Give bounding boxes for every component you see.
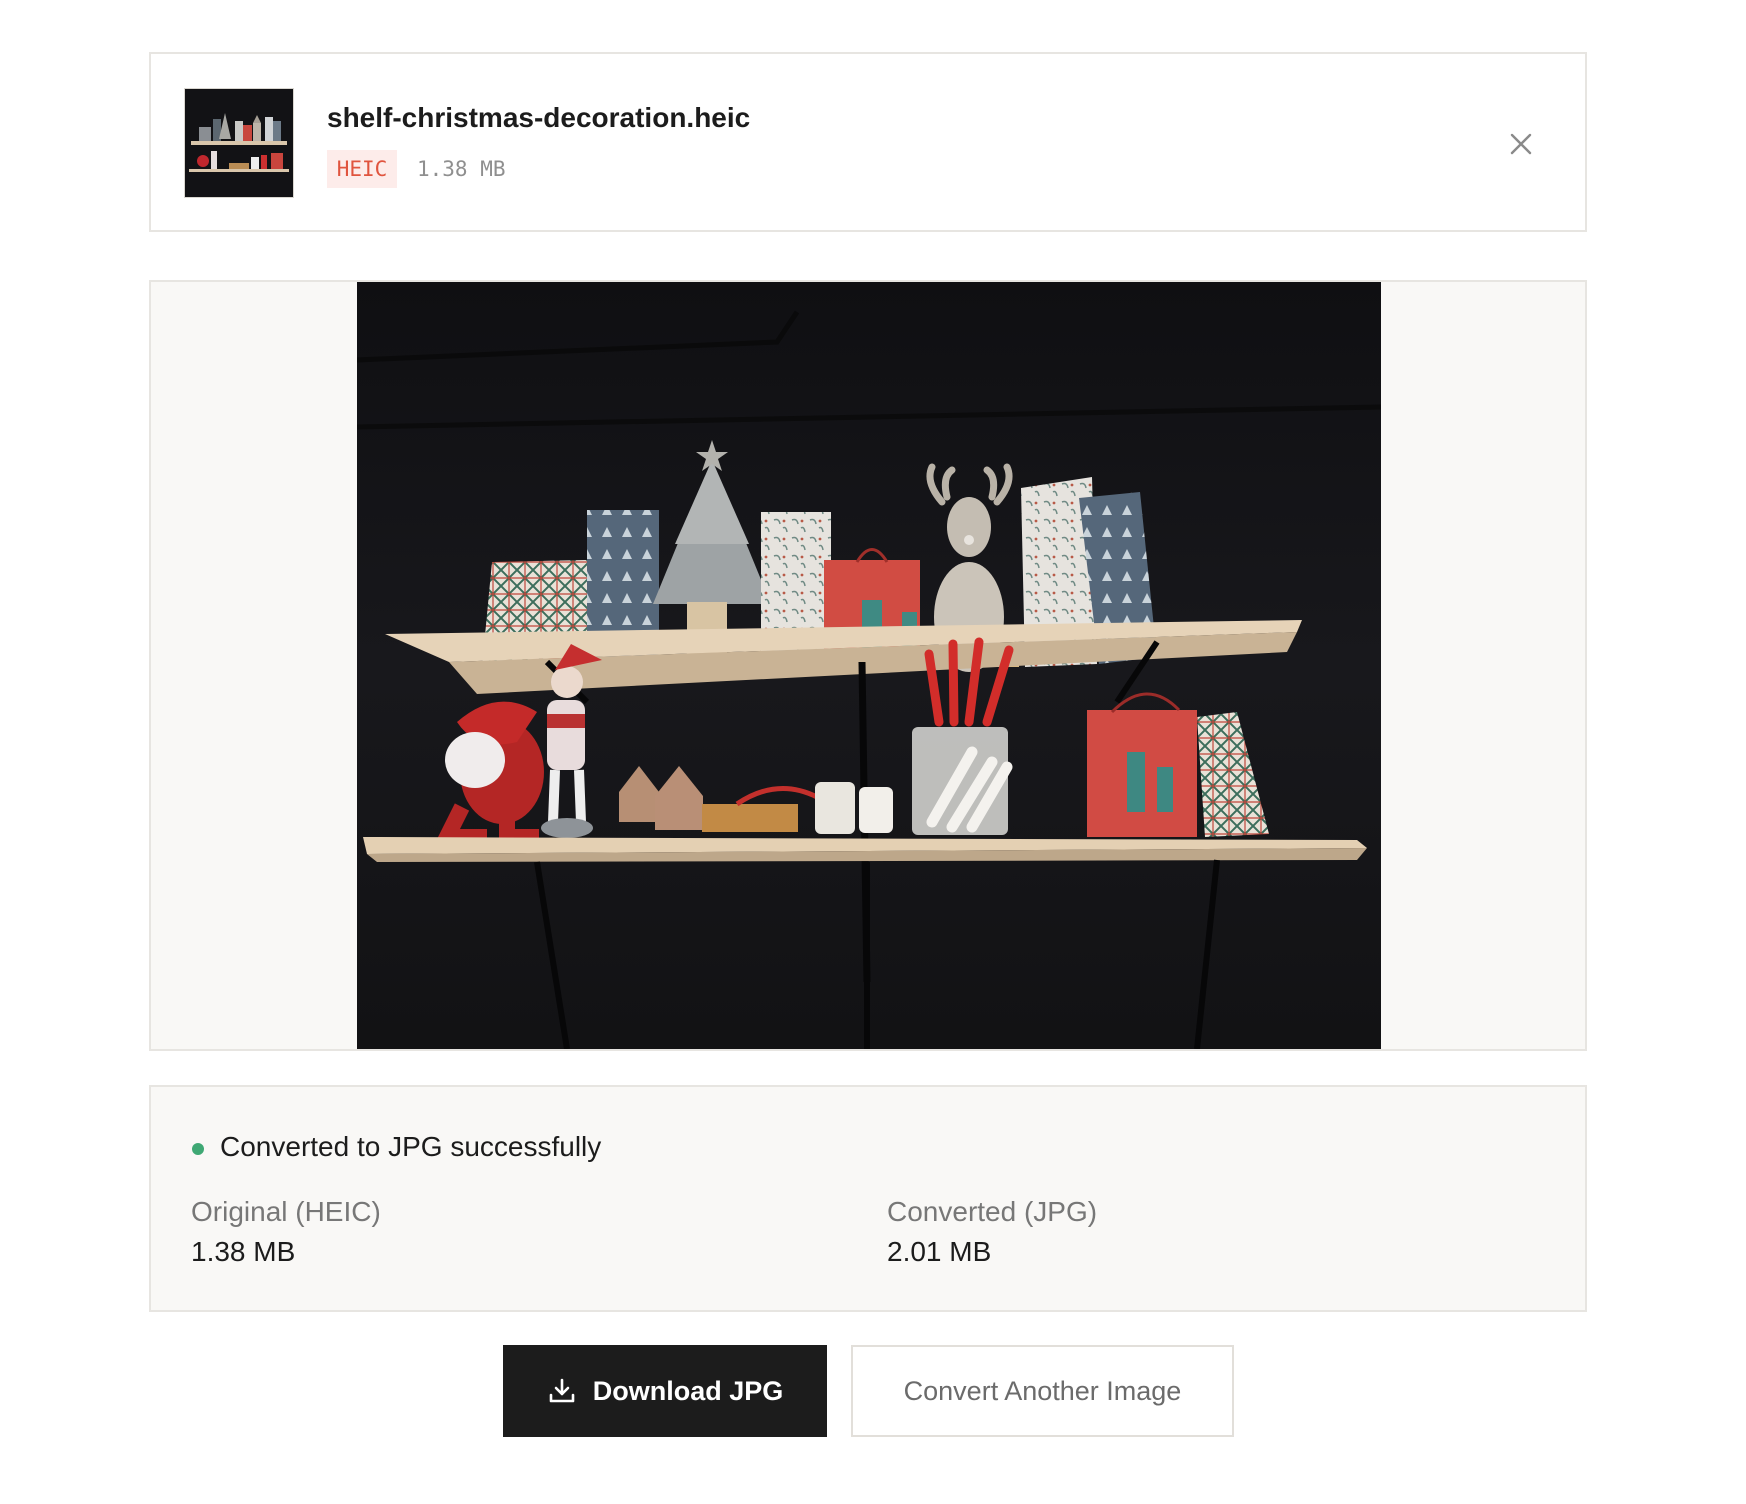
download-icon — [547, 1376, 577, 1406]
converted-image-preview — [357, 282, 1381, 1049]
file-name: shelf-christmas-decoration.heic — [327, 102, 751, 133]
convert-another-image-button[interactable]: Convert Another Image — [851, 1345, 1234, 1437]
converted-size-label: Converted (JPG) — [887, 1196, 1098, 1227]
convert-another-label: Convert Another Image — [903, 1375, 1182, 1406]
close-icon — [1510, 133, 1532, 155]
remove-file-button[interactable] — [1501, 124, 1541, 164]
download-jpg-button[interactable]: Download JPG — [503, 1345, 827, 1437]
download-button-label: Download JPG — [592, 1375, 784, 1406]
original-size-label: Original (HEIC) — [191, 1196, 381, 1227]
conversion-status-message: Converted to JPG successfully — [220, 1131, 602, 1162]
format-badge: HEIC — [327, 150, 397, 188]
file-card: shelf-christmas-decoration.heic HEIC 1.3… — [149, 52, 1587, 232]
file-size: 1.38 MB — [417, 157, 506, 181]
original-size-value: 1.38 MB — [191, 1236, 296, 1267]
success-indicator-dot — [192, 1143, 204, 1155]
converted-size-value: 2.01 MB — [887, 1236, 992, 1267]
file-thumbnail — [184, 88, 294, 198]
conversion-result-panel: Converted to JPG successfully Original (… — [149, 1085, 1587, 1312]
image-preview-panel — [149, 280, 1587, 1051]
